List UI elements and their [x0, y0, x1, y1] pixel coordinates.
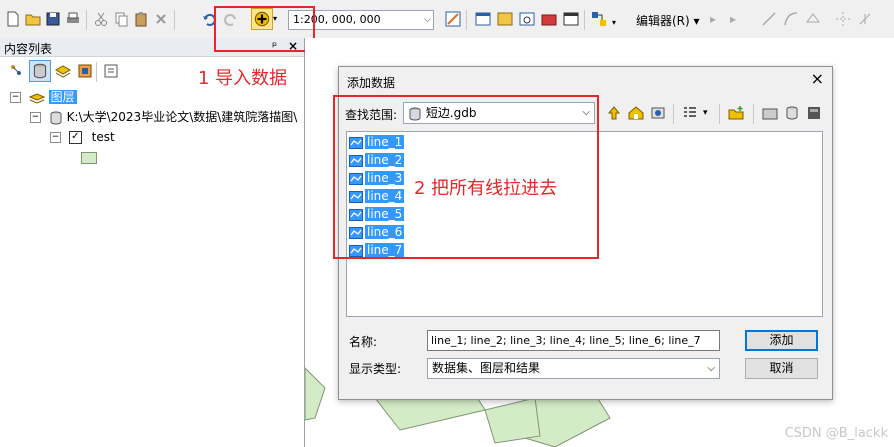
dialog-title: 添加数据: [347, 76, 396, 90]
edit-tool-icon[interactable]: ▸: [710, 10, 728, 28]
database-connection-icon[interactable]: [783, 104, 801, 122]
gis-server-icon[interactable]: [805, 104, 823, 122]
list-by-selection-icon[interactable]: [76, 62, 94, 80]
standard-toolbar-row: ▾ 1:200, 000, 000 ⌵ ▾ 编辑器(R) ▾ ▸ ▸: [0, 6, 894, 36]
list-by-visibility-icon[interactable]: [54, 62, 72, 80]
print-icon[interactable]: [64, 10, 82, 28]
editor-menu-label: 编辑器(R): [636, 14, 690, 28]
new-document-icon[interactable]: [4, 10, 22, 28]
view-list-icon[interactable]: [681, 104, 699, 122]
toolbar-separator: [584, 10, 585, 30]
layers-label: 图层: [48, 90, 77, 104]
collapse-icon[interactable]: −: [50, 132, 61, 143]
copy-icon[interactable]: [112, 10, 130, 28]
home-icon[interactable]: [627, 104, 645, 122]
tree-row-layers[interactable]: − 图层: [10, 88, 77, 106]
delete-icon[interactable]: [152, 10, 170, 28]
toolbar-separator: [86, 10, 87, 30]
layer-symbol-swatch[interactable]: [81, 152, 97, 164]
view-options-dropdown-icon[interactable]: ▾: [703, 104, 713, 122]
toolbar-separator: [673, 104, 674, 124]
toolbar-separator: [174, 10, 175, 30]
name-label: 名称:: [349, 335, 378, 349]
collapse-icon[interactable]: −: [30, 112, 41, 123]
reshape-icon[interactable]: [834, 10, 852, 28]
arctoolbox-icon[interactable]: [540, 10, 558, 28]
edit-annotation-icon[interactable]: ▸: [730, 10, 748, 28]
toolbar-separator: [466, 10, 467, 30]
layers-icon: [28, 92, 46, 104]
list-by-source-icon[interactable]: [29, 60, 51, 82]
data-source-path: K:\大学\2023毕业论文\数据\建筑院落描图\: [66, 110, 298, 124]
chevron-down-icon: ⌵: [424, 15, 431, 25]
paste-icon[interactable]: [132, 10, 150, 28]
save-icon[interactable]: [44, 10, 62, 28]
show-of-type-value: 数据集、图层和结果: [432, 361, 541, 375]
toolbar-separator: [719, 104, 720, 124]
catalog-folder-icon[interactable]: [761, 104, 779, 122]
up-one-level-icon[interactable]: [605, 104, 623, 122]
add-button[interactable]: 添加: [745, 330, 818, 351]
editor-menu-button[interactable]: 编辑器(R) ▾: [636, 12, 700, 29]
python-window-icon[interactable]: [562, 10, 580, 28]
cut-icon[interactable]: [92, 10, 110, 28]
model-builder-icon[interactable]: [590, 10, 608, 28]
connect-folder-icon[interactable]: [649, 104, 667, 122]
tree-row-data-source[interactable]: − K:\大学\2023毕业论文\数据\建筑院落描图\: [30, 108, 297, 126]
search-window-icon[interactable]: [518, 10, 536, 28]
chevron-down-icon: ⌵: [707, 363, 715, 374]
editor-toolbar-icon[interactable]: [444, 10, 462, 28]
dialog-close-icon[interactable]: ×: [811, 69, 824, 88]
tree-row-layer[interactable]: − ✓ test: [50, 128, 115, 146]
collapse-icon[interactable]: −: [10, 92, 21, 103]
cancel-button[interactable]: 取消: [745, 358, 818, 379]
straight-segment-icon[interactable]: [760, 10, 778, 28]
show-of-type-select[interactable]: 数据集、图层和结果 ⌵: [427, 358, 720, 379]
list-by-drawing-order-icon[interactable]: [8, 62, 26, 80]
name-input[interactable]: line_1; line_2; line_3; line_4; line_5; …: [427, 330, 720, 351]
end-point-arc-icon[interactable]: [782, 10, 800, 28]
annotation-step1: 1 导入数据: [198, 68, 288, 89]
toolbar-separator: [96, 62, 97, 82]
show-of-type-label: 显示类型:: [349, 362, 402, 376]
toc-title: 内容列表: [4, 42, 53, 56]
new-folder-icon[interactable]: [727, 104, 745, 122]
vertices-icon[interactable]: [804, 10, 822, 28]
annotation-step2: 2 把所有线拉进去: [414, 178, 558, 199]
watermark: CSDN @B_lackk: [784, 426, 888, 441]
annotation-add-data-highlight: [214, 6, 315, 52]
split-tool-icon[interactable]: [856, 10, 874, 28]
map-polygon-feature: [484, 397, 541, 444]
map-polygon-feature: [305, 367, 326, 421]
options-icon[interactable]: [102, 62, 120, 80]
table-of-contents-panel: 内容列表 ᵖ × − 图层 − K:\大学\2023毕业论文\数据\建筑院落描图…: [0, 38, 305, 447]
toolbar-separator: [753, 104, 754, 124]
open-folder-icon[interactable]: [24, 10, 42, 28]
geodatabase-icon: [49, 111, 63, 125]
layer-visibility-checkbox[interactable]: ✓: [68, 131, 82, 144]
main-toolbar: ▾ 1:200, 000, 000 ⌵ ▾ 编辑器(R) ▾ ▸ ▸: [0, 0, 894, 39]
layer-name: test: [91, 130, 115, 144]
catalog-icon[interactable]: [496, 10, 514, 28]
toolbar-overflow-icon[interactable]: ▾: [612, 10, 620, 28]
identify-window-icon[interactable]: [474, 10, 492, 28]
